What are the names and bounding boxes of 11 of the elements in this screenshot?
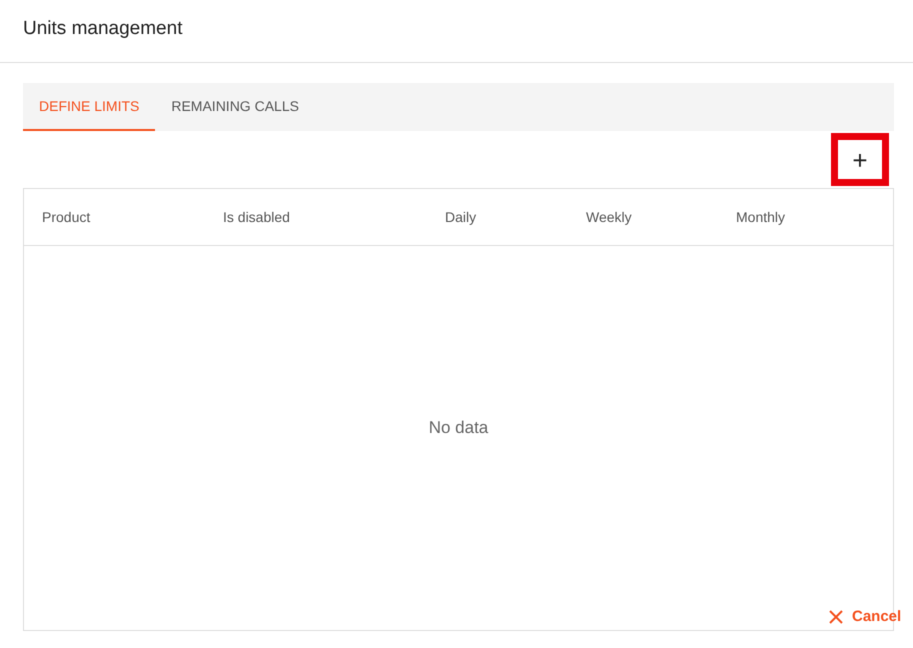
column-header: Product — [42, 208, 90, 224]
dialog-title: Units management — [0, 0, 913, 63]
column-header: Is disabled — [223, 208, 290, 224]
column-header: Weekly — [586, 208, 632, 224]
close-icon — [828, 609, 844, 626]
cancel-button[interactable]: Cancel — [828, 606, 902, 628]
column-header: Daily — [445, 208, 476, 224]
empty-message: No data — [428, 417, 488, 440]
column-header: Monthly — [736, 208, 786, 224]
add-button[interactable]: + — [831, 133, 889, 186]
tab[interactable]: REMAINING CALLS — [155, 83, 315, 131]
